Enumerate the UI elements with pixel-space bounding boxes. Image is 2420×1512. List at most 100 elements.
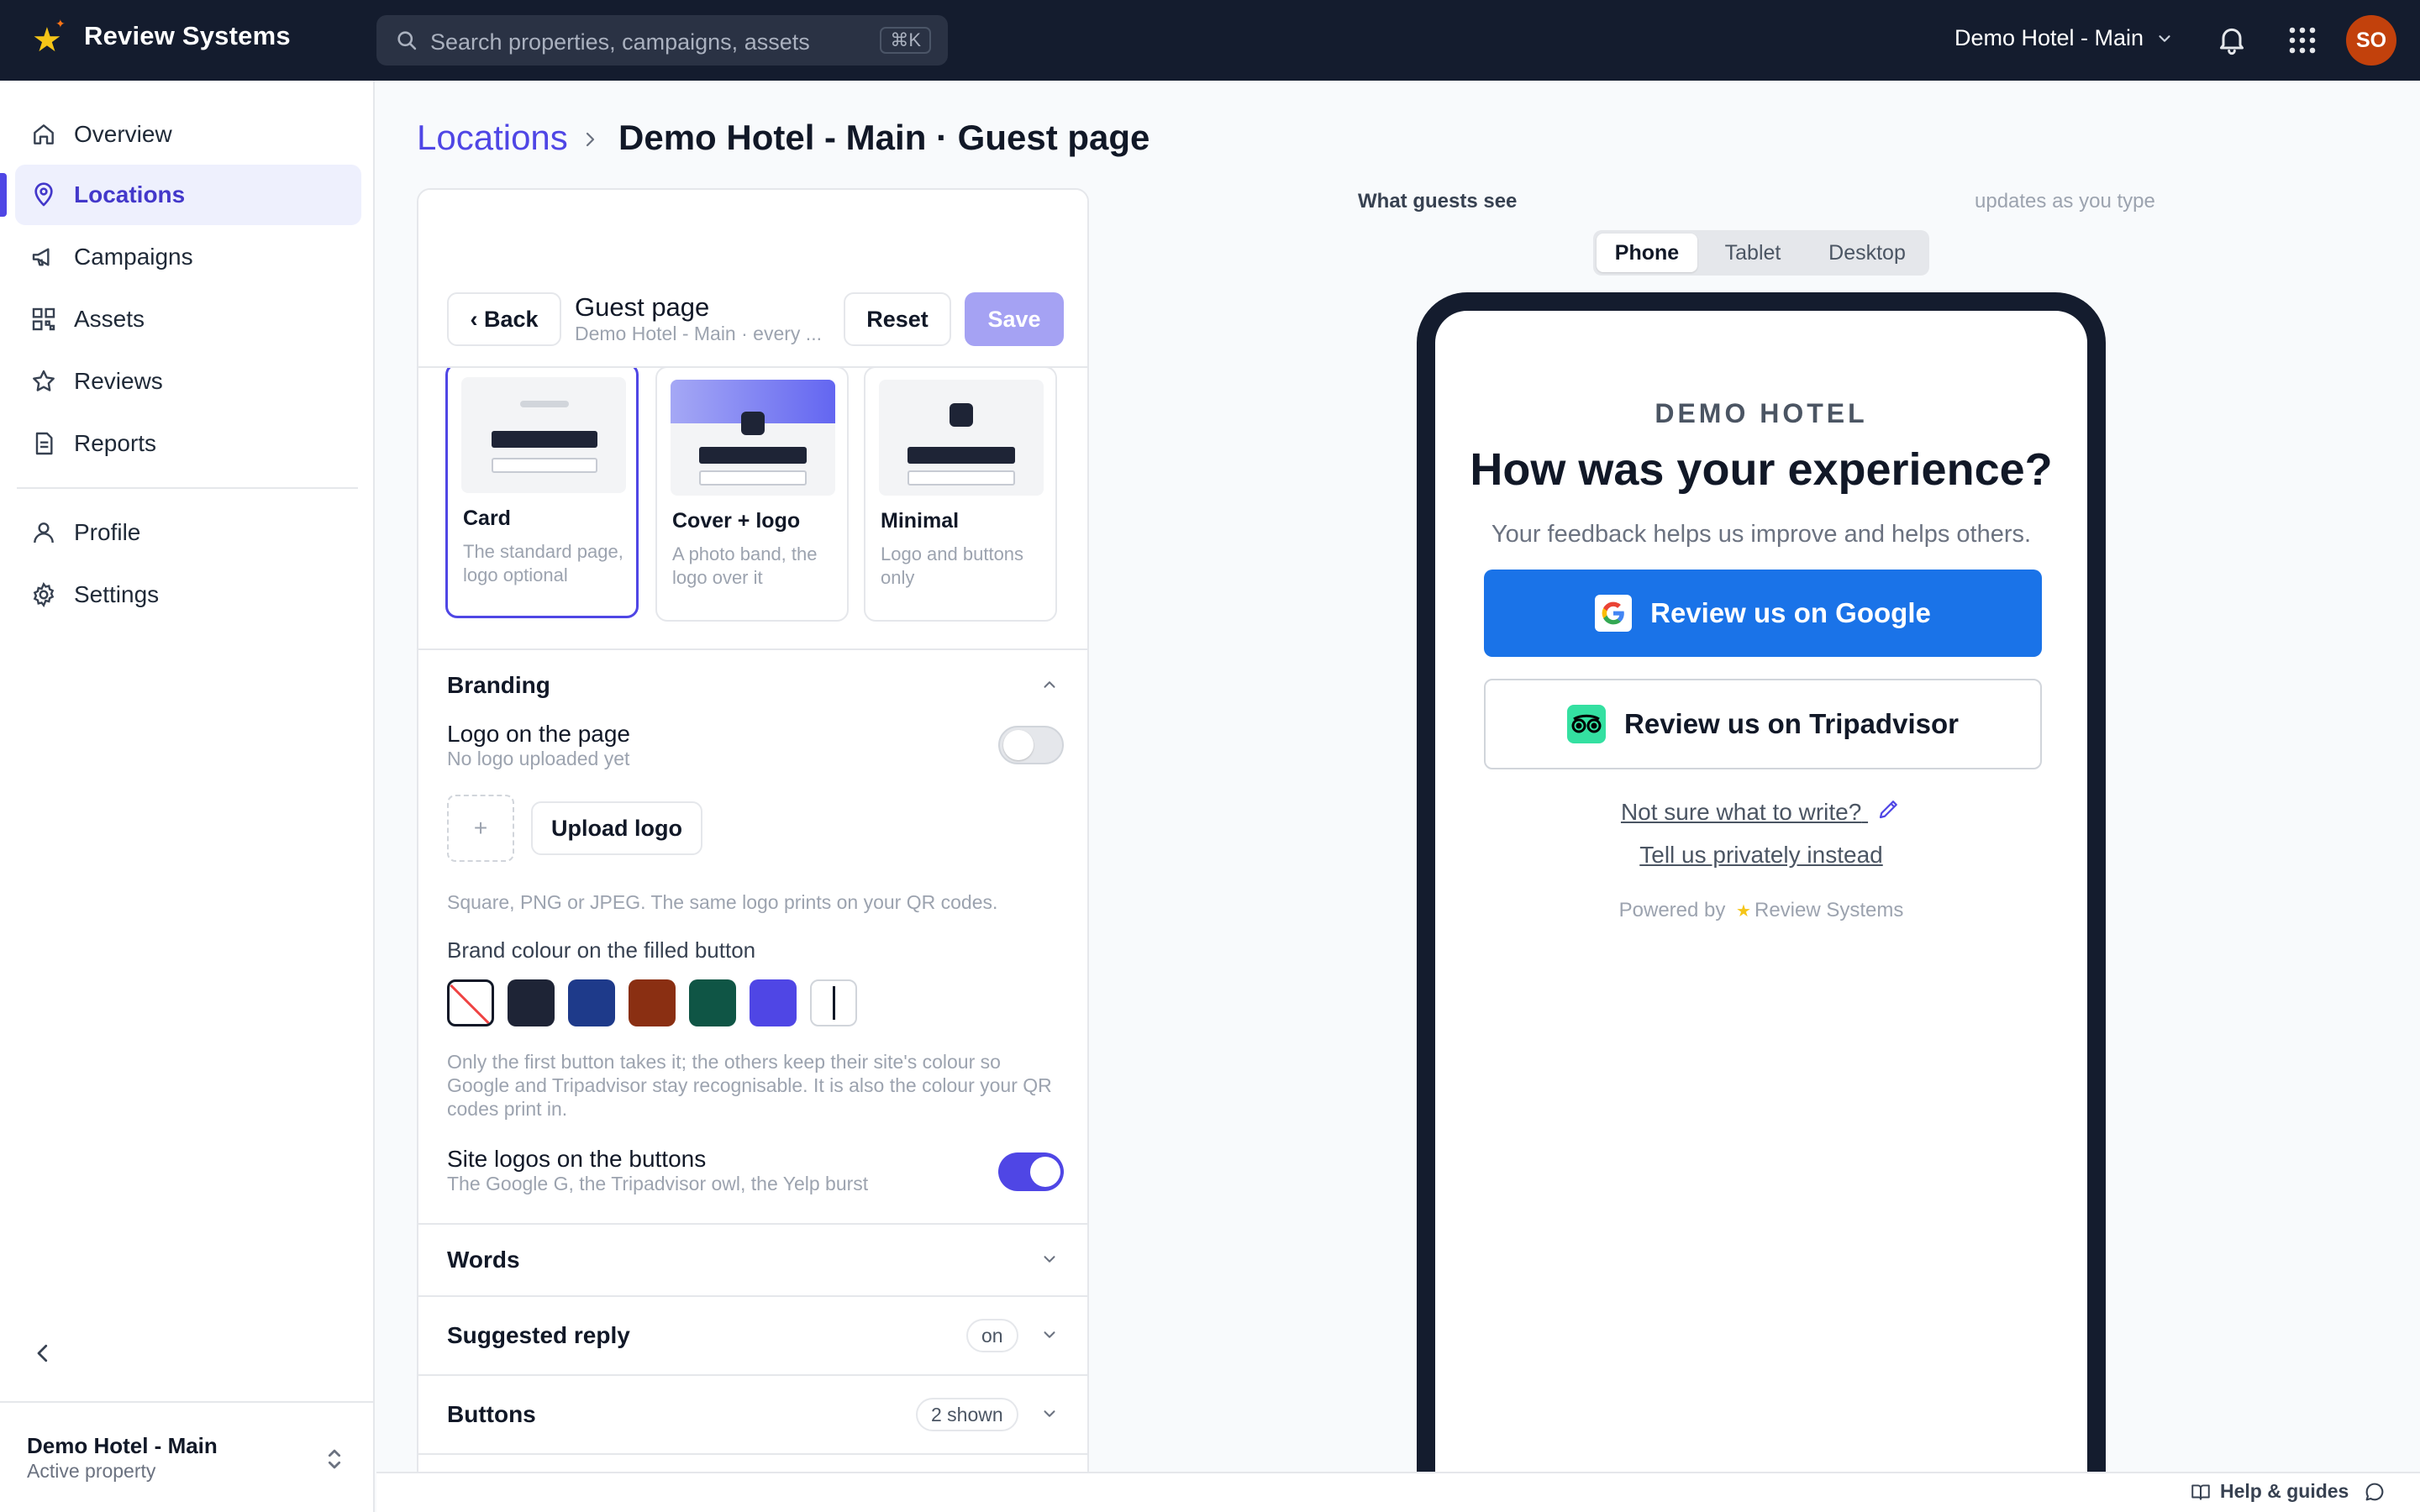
- swatch-indigo[interactable]: [750, 979, 797, 1026]
- sidebar-divider: [17, 487, 358, 489]
- private-feedback-link[interactable]: Tell us privately instead: [1435, 842, 2087, 869]
- layout-title: Minimal: [881, 509, 960, 533]
- layout-description: Logo and buttons only: [881, 543, 1024, 588]
- sidebar-item-assets[interactable]: Assets: [15, 289, 361, 349]
- preview-headline: How was your experience?: [1470, 444, 2053, 495]
- editor-subtitle: Demo Hotel - Main · every ...: [575, 323, 822, 344]
- megaphone-icon: [32, 248, 50, 266]
- chevron-up-down-icon: [328, 1449, 341, 1469]
- layout-card-card[interactable]: Card The standard page, logo optional: [445, 363, 639, 618]
- chevron-up-icon: [1044, 681, 1055, 688]
- editor-title: Guest page: [575, 292, 710, 322]
- sidebar-item-overview[interactable]: Overview: [15, 104, 361, 165]
- device-tab-phone[interactable]: Phone: [1597, 234, 1697, 272]
- sidebar-item-label: Locations: [74, 181, 186, 207]
- document-icon: [35, 432, 53, 455]
- sidebar-item-label: Overview: [74, 121, 172, 147]
- layout-thumbnail: [879, 380, 1044, 496]
- qr-code-icon: [32, 307, 55, 331]
- sidebar-item-settings[interactable]: Settings: [15, 564, 361, 625]
- layout-description: The standard page, logo optional: [463, 541, 623, 585]
- search-icon: [397, 31, 417, 50]
- apps-grid-icon[interactable]: [2287, 25, 2317, 55]
- brand-star-icon: ★: [1736, 902, 1751, 921]
- collapse-sidebar-icon[interactable]: [30, 1341, 55, 1366]
- section-divider: [418, 648, 1087, 650]
- preview-subline: Your feedback helps us improve and helps…: [1491, 521, 2032, 548]
- save-button[interactable]: Save: [965, 292, 1064, 346]
- review-tripadvisor-button[interactable]: Review us on Tripadvisor: [1484, 679, 2042, 769]
- home-icon: [34, 124, 54, 144]
- sidebar-item-reviews[interactable]: Reviews: [15, 351, 361, 412]
- brand-colour-hint: Only the first button takes it; the othe…: [447, 1051, 1052, 1120]
- user-avatar[interactable]: SO: [2346, 15, 2396, 66]
- upload-logo-button[interactable]: Upload logo: [531, 801, 702, 855]
- chat-bubble-icon[interactable]: [2363, 1480, 2386, 1504]
- logo-dropzone[interactable]: +: [447, 795, 514, 862]
- search-input[interactable]: Search properties, campaigns, assets: [430, 29, 810, 55]
- sidebar-item-label: Settings: [74, 581, 160, 607]
- swatch-blue[interactable]: [568, 979, 615, 1026]
- sidebar-item-label: Assets: [74, 306, 145, 332]
- sidebar-item-campaigns[interactable]: Campaigns: [15, 227, 361, 287]
- layout-card-minimal[interactable]: Minimal Logo and buttons only: [864, 366, 1057, 622]
- sidebar-item-label: Campaigns: [74, 244, 193, 270]
- help-guides-label: Help & guides: [2220, 1480, 2349, 1502]
- page-title: Demo Hotel - Main · Guest page: [618, 118, 1150, 157]
- top-bar: ★ ✦ Review Systems Search properties, cam…: [0, 0, 2420, 81]
- words-section[interactable]: Words: [418, 1223, 1087, 1295]
- chevron-down-icon: [1044, 1331, 1055, 1338]
- swatch-navy[interactable]: [508, 979, 555, 1026]
- swatch-rust[interactable]: [629, 979, 676, 1026]
- reset-button[interactable]: Reset: [844, 292, 951, 346]
- layout-description: A photo band, the logo over it: [672, 543, 818, 588]
- sidebar-item-profile[interactable]: Profile: [15, 502, 361, 563]
- write-help-link[interactable]: Not sure what to write?: [1435, 796, 2087, 826]
- sidebar-item-reports[interactable]: Reports: [15, 413, 361, 474]
- help-guides-link[interactable]: Help & guides: [2190, 1480, 2349, 1503]
- device-tab-tablet[interactable]: Tablet: [1702, 234, 1803, 272]
- google-logo-icon: [1595, 595, 1633, 632]
- global-search[interactable]: Search properties, campaigns, assets ⌘K: [376, 15, 948, 66]
- section-title: Suggested reply: [447, 1322, 630, 1348]
- user-icon: [34, 522, 54, 543]
- property-switcher[interactable]: Demo Hotel - Main: [1954, 25, 2174, 51]
- logo-hint: Square, PNG or JPEG. The same logo print…: [447, 891, 998, 913]
- logo-setting-title: Logo on the page: [447, 721, 630, 747]
- back-button[interactable]: ‹ Back: [447, 292, 561, 346]
- section-title: Buttons: [447, 1401, 536, 1427]
- buttons-section[interactable]: Buttons 2 shown: [418, 1374, 1087, 1453]
- device-tab-desktop[interactable]: Desktop: [1808, 234, 1926, 272]
- chevron-down-icon: [1044, 1410, 1055, 1417]
- active-nav-indicator: [0, 173, 7, 217]
- sidebar-item-locations[interactable]: Locations: [15, 165, 361, 225]
- preview-note: updates as you type: [1975, 190, 2155, 213]
- footer-bar: [376, 1472, 2420, 1512]
- property-footer[interactable]: Demo Hotel - Main Active property: [0, 1401, 373, 1512]
- write-help-label: Not sure what to write?: [1620, 799, 1862, 825]
- branding-title: Branding: [447, 672, 550, 698]
- logo-toggle[interactable]: [998, 726, 1064, 764]
- layout-title: Card: [463, 507, 511, 530]
- brand[interactable]: ★ ✦ Review Systems: [32, 17, 291, 57]
- layout-card-cover-logo[interactable]: Cover + logo A photo band, the logo over…: [655, 366, 849, 622]
- phone-preview: DEMO HOTEL How was your experience? Your…: [1417, 292, 2106, 1494]
- site-logos-toggle[interactable]: [998, 1152, 1064, 1191]
- swatch-none[interactable]: [447, 979, 494, 1026]
- layout-title: Cover + logo: [672, 509, 801, 533]
- swatch-green[interactable]: [689, 979, 736, 1026]
- map-pin-icon: [34, 182, 53, 207]
- star-icon: [33, 370, 55, 391]
- section-status-badge: on: [966, 1319, 1018, 1352]
- preview-label: What guests see: [1358, 190, 1518, 213]
- preview-hotel-name: DEMO HOTEL: [1655, 398, 1868, 428]
- powered-by-label: Powered by: [1618, 899, 1726, 921]
- notifications-bell-icon[interactable]: [2215, 22, 2249, 57]
- review-google-button[interactable]: Review us on Google: [1484, 570, 2042, 657]
- suggested-reply-section[interactable]: Suggested reply on: [418, 1295, 1087, 1374]
- layout-thumbnail: [671, 380, 835, 496]
- section-title: Words: [447, 1247, 520, 1273]
- breadcrumb-locations-link[interactable]: Locations: [417, 118, 568, 158]
- swatch-custom-colour[interactable]: [810, 979, 857, 1026]
- site-logos-title: Site logos on the buttons: [447, 1146, 707, 1172]
